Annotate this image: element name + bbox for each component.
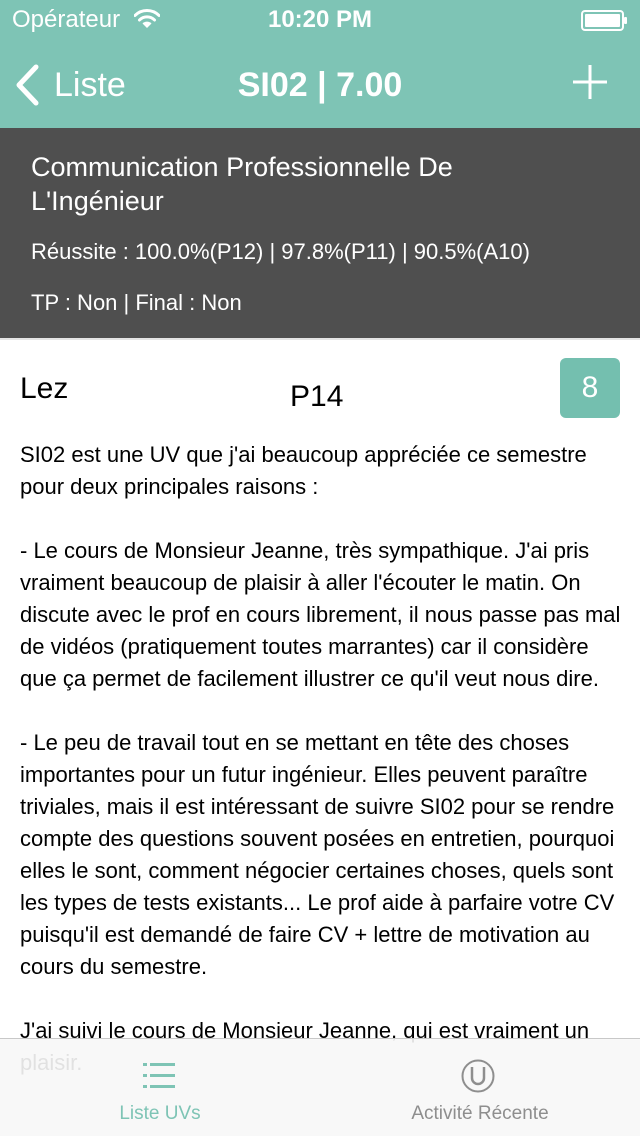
tab-bar: Liste UVs Activité Récente: [0, 1038, 640, 1136]
comment-text: SI02 est une UV que j'ai beaucoup appréc…: [20, 442, 621, 1075]
rating-badge: 8: [560, 358, 620, 418]
list-icon: [143, 1063, 175, 1088]
navigation-bar: Opérateur 10:20 PM Liste SI02 | 7.00: [0, 0, 640, 128]
tp-final-info: TP : Non | Final : Non: [31, 290, 242, 315]
u-circle-icon: [461, 1059, 495, 1093]
comment-author: Lez: [20, 372, 69, 405]
divider: [0, 338, 640, 340]
status-bar: Opérateur 10:20 PM: [0, 0, 640, 40]
tab-label: Activité Récente: [411, 1103, 549, 1124]
uv-info-panel: Communication Professionnelle De L'Ingén…: [0, 128, 640, 338]
tab-activite-recente[interactable]: Activité Récente: [320, 1039, 640, 1136]
add-icon[interactable]: [571, 63, 609, 101]
success-rates: Réussite : 100.0%(P12) | 97.8%(P11) | 90…: [31, 239, 530, 264]
tab-liste-uvs[interactable]: Liste UVs: [0, 1039, 320, 1136]
page-title: SI02 | 7.00: [237, 66, 403, 104]
uv-name: Communication Professionnelle De L'Ingén…: [31, 152, 453, 216]
comment-semester: P14: [290, 380, 344, 413]
clock: 10:20 PM: [267, 6, 373, 33]
battery-icon: [581, 10, 627, 31]
tab-label: Liste UVs: [119, 1103, 201, 1124]
